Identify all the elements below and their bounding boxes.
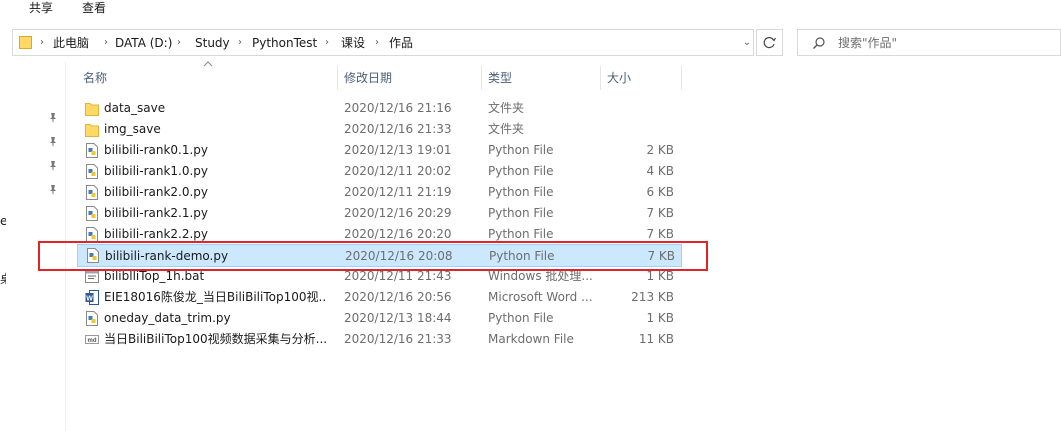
file-name: bilibili-rank0.1.py [104, 143, 209, 157]
file-row[interactable]: bilibili-rank1.0.py 2020/12/11 20:02 Pytho… [77, 161, 682, 182]
column-separator[interactable] [481, 66, 482, 90]
pin-icon[interactable] [47, 135, 59, 147]
pin-icon[interactable] [47, 183, 59, 195]
search-icon [813, 37, 825, 49]
nav-item-fragment[interactable]: 桌 [0, 270, 6, 287]
file-modified-date: 2020/12/16 20:29 [344, 206, 452, 220]
chevron-right-icon[interactable]: › [375, 35, 379, 51]
breadcrumb-data-drive[interactable]: DATA (D:) [115, 35, 172, 51]
search-input[interactable]: 搜索"作品" [797, 29, 1061, 56]
ribbon-tab-strip: 共享 查看 [0, 0, 1061, 22]
column-separator[interactable] [337, 66, 338, 90]
file-modified-date: 2020/12/11 21:19 [344, 185, 452, 199]
file-name: bilibili-rank2.0.py [104, 185, 209, 199]
file-name: bilibili-rank2.1.py [104, 206, 209, 220]
file-size: 213 KB [631, 290, 674, 304]
pin-icon[interactable] [47, 111, 59, 123]
file-row[interactable]: W EIE18016陈俊龙_当日BiliBiliTop100视... 2020/12… [77, 287, 682, 308]
refresh-icon [763, 36, 777, 49]
sort-ascending-icon [203, 61, 213, 67]
file-modified-date: 2020/12/11 20:02 [344, 164, 452, 178]
chevron-right-icon[interactable]: › [325, 35, 329, 51]
file-name: 当日BiliBiliTop100视频数据采集与分析... [104, 332, 326, 346]
file-row[interactable]: oneday_data_trim.py 2020/12/13 18:44 Pytho… [77, 308, 682, 329]
search-placeholder: 搜索"作品" [838, 36, 898, 50]
breadcrumb-study[interactable]: Study [195, 35, 230, 51]
file-size: 11 KB [638, 332, 674, 346]
file-type: Python File [488, 206, 554, 220]
column-separator[interactable] [600, 66, 601, 90]
file-size [604, 98, 674, 119]
svg-text:md: md [88, 338, 97, 344]
breadcrumb-course-design[interactable]: 课设 [341, 35, 365, 51]
file-row[interactable]: bilibili-rank0.1.py 2020/12/13 19:01 Pytho… [77, 140, 682, 161]
chevron-right-icon[interactable]: › [238, 35, 242, 51]
highlight-box [38, 241, 708, 271]
file-name: oneday_data_trim.py [104, 311, 231, 325]
column-header-name[interactable]: 名称 [83, 66, 107, 90]
file-modified-date: 2020/12/16 21:33 [344, 332, 452, 346]
file-size: 7 KB [646, 206, 674, 220]
file-size: 4 KB [646, 164, 674, 178]
file-modified-date: 2020/12/16 21:16 [344, 101, 452, 115]
file-type: Python File [488, 164, 554, 178]
ribbon-tab-share[interactable]: 共享 [29, 0, 53, 18]
file-type: 文件夹 [488, 101, 525, 115]
file-name: EIE18016陈俊龙_当日BiliBiliTop100视... [104, 290, 326, 304]
column-separator[interactable] [681, 66, 682, 90]
breadcrumb-works[interactable]: 作品 [389, 35, 413, 51]
file-size [604, 119, 674, 140]
file-modified-date: 2020/12/16 21:33 [344, 122, 452, 136]
file-modified-date: 2020/12/16 20:56 [344, 290, 452, 304]
file-type: Markdown File [488, 332, 574, 346]
file-row[interactable]: data_save 2020/12/16 21:16 文件夹 [77, 98, 682, 119]
file-name: img_save [104, 122, 161, 136]
file-modified-date: 2020/12/13 18:44 [344, 311, 452, 325]
file-type: Python File [488, 311, 554, 325]
file-row[interactable]: md 当日BiliBiliTop100视频数据采集与分析... 2020/12/16… [77, 329, 682, 350]
pin-icon[interactable] [47, 159, 59, 171]
file-type: Python File [488, 185, 554, 199]
breadcrumb-this-pc[interactable]: 此电脑 [53, 35, 89, 51]
file-size: 1 KB [646, 311, 674, 325]
nav-item-fragment[interactable]: e [0, 214, 6, 228]
file-name: bilibili-rank1.0.py [104, 164, 209, 178]
chevron-right-icon[interactable]: › [177, 35, 181, 51]
svg-text:W: W [86, 296, 93, 303]
file-size: 6 KB [646, 185, 674, 199]
file-row[interactable]: bilibili-rank2.0.py 2020/12/11 21:19 Pytho… [77, 182, 682, 203]
column-header-size[interactable]: 大小 [607, 66, 631, 90]
chevron-right-icon[interactable]: › [40, 35, 44, 51]
file-row[interactable]: img_save 2020/12/16 21:33 文件夹 [77, 119, 682, 140]
file-type: 文件夹 [488, 122, 525, 136]
file-type: Microsoft Word ... [488, 290, 593, 304]
chevron-right-icon[interactable]: › [104, 35, 108, 51]
breadcrumb-pythontest[interactable]: PythonTest [252, 35, 317, 51]
chevron-down-icon[interactable]: ⌄ [740, 36, 754, 50]
column-header-type[interactable]: 类型 [488, 66, 512, 90]
file-size: 2 KB [646, 143, 674, 157]
ribbon-tab-view[interactable]: 查看 [82, 0, 106, 18]
file-modified-date: 2020/12/13 19:01 [344, 143, 452, 157]
address-row: › 此电脑 › DATA (D:) › Study › PythonTest ›… [0, 22, 1061, 62]
address-bar[interactable]: › 此电脑 › DATA (D:) › Study › PythonTest ›… [12, 29, 754, 56]
folder-icon [19, 36, 32, 49]
file-row[interactable]: bilibili-rank2.1.py 2020/12/16 20:29 Pytho… [77, 203, 682, 224]
file-type: Python File [488, 143, 554, 157]
refresh-button[interactable] [756, 29, 783, 56]
file-name: data_save [104, 101, 166, 115]
column-header-date[interactable]: 修改日期 [344, 66, 392, 90]
